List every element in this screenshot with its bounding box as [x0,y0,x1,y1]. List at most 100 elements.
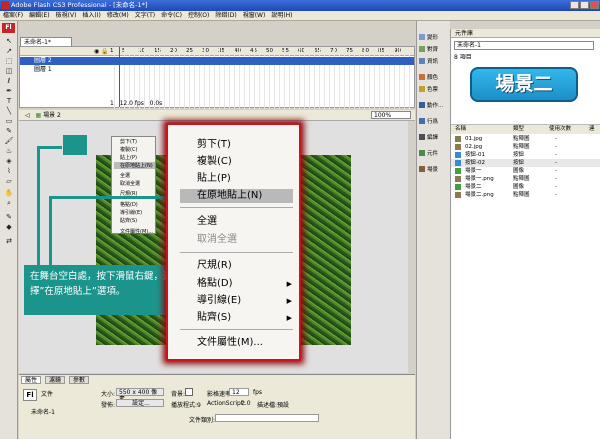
eyedropper-tool-icon[interactable]: ⌇ [4,167,14,176]
pencil-tool-icon[interactable]: ✎ [4,127,14,136]
col-type[interactable]: 類型 [513,125,524,134]
doc-class-input[interactable] [215,414,319,422]
side-panel-item[interactable]: 色票 [419,85,449,95]
tab-properties[interactable]: 屬性 [21,376,42,384]
hand-tool-icon[interactable]: ✋ [4,189,14,198]
layer-row[interactable]: 圖層 1 [20,66,414,74]
brush-tool-icon[interactable]: 🖌 [4,137,14,146]
library-row[interactable]: 按鈕-02 按鈕 - [451,159,600,167]
small-menu-item[interactable]: 全選 [120,172,130,179]
small-menu-item[interactable]: 複製(C) [120,146,137,153]
layer-row[interactable]: 圖層 2 [20,57,414,65]
paint-bucket-tool-icon[interactable]: ◈ [4,157,14,166]
size-button[interactable]: 550 x 400 像素 [116,388,164,403]
free-transform-tool-icon[interactable]: ⬚ [4,57,14,66]
library-row[interactable]: 01.jpg 點陣圖 - [451,135,600,143]
context-menu-item[interactable]: 文件屬性(M)... [197,336,297,350]
menu-text[interactable]: 文字(T) [132,11,158,21]
minimize-button[interactable] [570,1,579,9]
library-document-select[interactable]: 未命名-1 [454,41,594,50]
pen-tool-icon[interactable]: ✒ [4,87,14,96]
side-panel-item[interactable]: 對齊 [419,45,449,55]
library-tab[interactable]: 元件庫 [451,29,600,38]
bg-color-swatch[interactable] [185,388,193,396]
library-row[interactable]: 場景一.png 點陣圖 - [451,175,600,183]
side-panel-label: 資訊 [427,59,439,65]
side-panel-item[interactable]: 顏色 [419,73,449,83]
context-menu-item[interactable]: 複製(C) [197,155,297,169]
ink-bottle-tool-icon[interactable]: ♨ [4,147,14,156]
small-menu-item[interactable]: 導引線(E) [120,209,142,216]
library-type: 點陣圖 [513,176,530,182]
side-panel-item[interactable]: 行爲 [419,117,449,127]
small-menu-item[interactable]: 貼齊(S) [120,217,137,224]
zoom-tool-icon[interactable]: ⌕ [4,199,14,208]
menu-window[interactable]: 視窗(W) [240,11,269,21]
small-menu-item[interactable]: 貼上(P) [120,154,137,161]
small-menu-item[interactable]: 剪下(T) [120,138,137,145]
side-panel-label: 行爲 [427,119,439,125]
side-panel-item[interactable]: 場景 [419,165,449,175]
swap-colors-icon[interactable]: ⇄ [4,237,14,246]
library-row[interactable]: 場景二.png 點陣圖 - [451,191,600,199]
settings-button[interactable]: 設定... [116,399,164,407]
menu-modify[interactable]: 修改(M) [104,11,132,21]
panel-icon [419,34,425,40]
context-menu-item[interactable]: 貼齊(S) ▶ [197,311,297,325]
menu-view[interactable]: 檢視(V) [53,11,80,21]
context-menu-item[interactable]: 格點(D) ▶ [197,277,297,291]
context-menu-item[interactable]: 貼上(P) [197,172,297,186]
playhead[interactable] [119,47,120,107]
stroke-color-icon[interactable]: ✎ [4,213,14,222]
context-menu-item[interactable]: 在原地貼上(N) [180,189,293,203]
side-panel-item[interactable]: 元件 [419,149,449,159]
context-menu-item[interactable]: 取消全選 [197,233,297,247]
menu-debug[interactable]: 除錯(D) [212,11,239,21]
context-menu-item[interactable]: 導引線(E) ▶ [197,294,297,308]
side-panel-item[interactable]: 變形 [419,33,449,43]
tab-filters[interactable]: 濾鏡 [45,376,66,384]
scene-label[interactable]: 場景 2 [43,112,61,119]
small-menu-item[interactable]: 取消全選 [120,180,140,187]
menu-commands[interactable]: 命令(C) [158,11,185,21]
side-panel-item[interactable]: 資訊 [419,57,449,67]
lasso-tool-icon[interactable]: ℓ [4,77,14,86]
menu-help[interactable]: 說明(H) [268,11,295,21]
fps-input[interactable]: 12 [229,388,249,396]
selection-tool-icon[interactable]: ↖ [4,37,14,46]
text-tool-icon[interactable]: T [4,97,14,106]
small-menu-item[interactable]: 在原地貼上(N) [114,162,155,169]
col-linkage[interactable]: 連 [589,125,595,134]
maximize-button[interactable] [580,1,589,9]
menu-insert[interactable]: 插入(I) [79,11,103,21]
fill-color-icon[interactable]: ◆ [4,223,14,232]
small-menu-item[interactable]: 文件屬性(M)... [120,228,153,235]
back-arrow-icon[interactable]: ◁ [25,112,30,119]
col-name[interactable]: 名稱 [455,125,466,134]
gradient-tool-icon[interactable]: ◫ [4,67,14,76]
close-button[interactable] [590,1,599,9]
col-uses[interactable]: 使用次數 [549,125,571,134]
menu-control[interactable]: 控制(O) [185,11,212,21]
small-menu-item[interactable]: 格點(D) [120,201,138,208]
eye-icon[interactable]: ◉ [94,48,99,55]
menu-edit[interactable]: 編輯(E) [26,11,52,21]
rectangle-tool-icon[interactable]: ▭ [4,117,14,126]
menu-file[interactable]: 檔案(F) [0,11,26,21]
lock-icon[interactable]: 🔒 [101,48,108,55]
library-row[interactable]: 按鈕-01 按鈕 - [451,151,600,159]
line-tool-icon[interactable]: ╲ [4,107,14,116]
zoom-select[interactable]: 100% [371,111,411,119]
subselection-tool-icon[interactable]: ↗ [4,47,14,56]
library-row[interactable]: 場景一 圖像 - [451,167,600,175]
context-menu-item[interactable]: 剪下(T) [197,138,297,152]
side-panel-item[interactable]: 編譯 [419,133,449,143]
side-panel-item[interactable]: 動作... [419,101,449,111]
library-row[interactable]: 場景二 圖像 - [451,183,600,191]
tab-parameters[interactable]: 參數 [69,376,90,384]
library-row[interactable]: 02.jpg 點陣圖 - [451,143,600,151]
eraser-tool-icon[interactable]: ▱ [4,177,14,186]
edit-bar: ◁ ▦ 場景 2 100% [19,110,415,121]
context-menu-item[interactable]: 尺規(R) [197,259,297,273]
context-menu-item[interactable]: 全選 [197,215,297,229]
